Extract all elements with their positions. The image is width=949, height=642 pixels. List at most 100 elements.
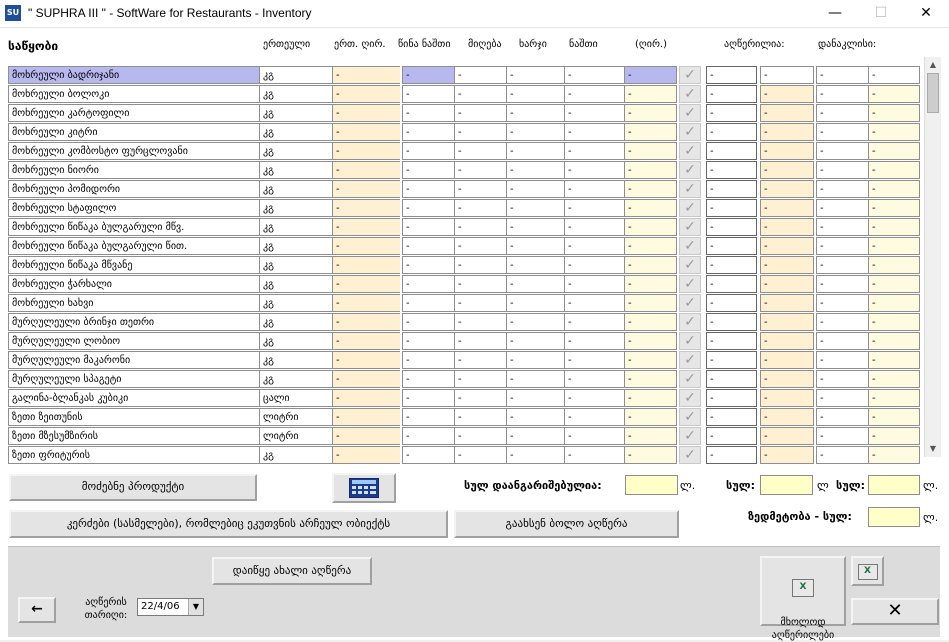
table-row[interactable]: მოხრეული ჭარხალი კგ - - - - - - ✓ - - - - <box>8 275 923 294</box>
table-row[interactable]: მოხრეული ნიორი კგ - - - - - - ✓ - - - - <box>8 161 923 180</box>
table-row[interactable]: მოხრეული ბადრიჯანი კგ - - - - - - ✓ - - - - <box>8 66 923 85</box>
table-row[interactable]: მოხრეული სტაფილო კგ - - - - - - ✓ - - - - <box>8 199 923 218</box>
row-checkmark-icon[interactable]: ✓ <box>679 446 701 464</box>
table-row[interactable]: მოხრეული კიტრი კგ - - - - - - ✓ - - - - <box>8 123 923 142</box>
row-product-name[interactable]: ზეთი მზესუმზირის <box>8 427 259 445</box>
row-cell-cnt[interactable]: - <box>706 408 757 426</box>
maximize-button[interactable]: ☐ <box>858 0 904 27</box>
row-checkmark-icon[interactable]: ✓ <box>679 66 701 84</box>
row-cell-cnt[interactable]: - <box>706 370 757 388</box>
table-row[interactable]: მურღულეული მაკარონი კგ - - - - - - ✓ - - - - <box>8 351 923 370</box>
row-checkmark-icon[interactable]: ✓ <box>679 351 701 369</box>
scroll-down-icon[interactable]: ▼ <box>925 441 941 457</box>
row-checkmark-icon[interactable]: ✓ <box>679 85 701 103</box>
inventory-date-select[interactable]: 22/4/06 ▼ <box>137 598 204 616</box>
row-cell-cnt[interactable]: - <box>706 123 757 141</box>
table-row[interactable]: მოხრეული პომიდორი კგ - - - - - - ✓ - - - - <box>8 180 923 199</box>
grid-scrollbar[interactable]: ▲ ▼ <box>924 57 941 457</box>
search-product-button[interactable]: მოძებნე პროდუქტი <box>9 474 257 501</box>
excel-export-button[interactable]: X <box>851 556 884 586</box>
row-product-name[interactable]: მოხრეული წიწაკა მწვანე <box>8 256 259 274</box>
row-product-name[interactable]: მოხრეული ნიორი <box>8 161 259 179</box>
table-row[interactable]: მოხრეული ხახვი კგ - - - - - - ✓ - - - - <box>8 294 923 313</box>
table-row[interactable]: ზეთი მზესუმზირის ლიტრი - - - - - - ✓ - - - - <box>8 427 923 446</box>
chevron-down-icon[interactable]: ▼ <box>188 599 203 615</box>
table-row[interactable]: გალინა-ბლანკას კუბიკი ცალი - - - - - - ✓ - - - - <box>8 389 923 408</box>
row-product-name[interactable]: მოხრეული კარტოფილი <box>8 104 259 122</box>
table-row[interactable]: მოხრეული წიწაკა მწვანე კგ - - - - - - ✓ - - - - <box>8 256 923 275</box>
row-cell-cnt[interactable]: - <box>706 294 757 312</box>
row-product-name[interactable]: მოხრეული კომბოსტო ფურცლოვანი <box>8 142 259 160</box>
row-checkmark-icon[interactable]: ✓ <box>679 256 701 274</box>
row-cell-cnt[interactable]: - <box>706 332 757 350</box>
row-cell-cnt[interactable]: - <box>706 142 757 160</box>
row-checkmark-icon[interactable]: ✓ <box>679 142 701 160</box>
row-product-name[interactable]: მოხრეული წიწაკა ბულგარული წით. <box>8 237 259 255</box>
row-cell-cnt[interactable]: - <box>706 275 757 293</box>
table-row[interactable]: მოხრეული ბოლოკი კგ - - - - - - ✓ - - - - <box>8 85 923 104</box>
row-product-name[interactable]: მურღულეული ლობიო <box>8 332 259 350</box>
table-row[interactable]: მოხრეული წიწაკა ბულგარული მწვ. კგ - - - - - - ✓ -… <box>8 218 923 237</box>
row-cell-cnt[interactable]: - <box>706 256 757 274</box>
back-button[interactable]: ← <box>18 597 56 623</box>
row-cell-cnt[interactable]: - <box>706 389 757 407</box>
row-product-name[interactable]: მოხრეული ჭარხალი <box>8 275 259 293</box>
row-cell-cnt[interactable]: - <box>706 237 757 255</box>
table-row[interactable]: მოხრეული კარტოფილი კგ - - - - - - ✓ - - - - <box>8 104 923 123</box>
row-cell-cnt[interactable]: - <box>706 104 757 122</box>
row-checkmark-icon[interactable]: ✓ <box>679 180 701 198</box>
row-cell-cnt[interactable]: - <box>706 351 757 369</box>
row-product-name[interactable]: მურღულეული სპაგეტი <box>8 370 259 388</box>
row-checkmark-icon[interactable]: ✓ <box>679 408 701 426</box>
table-row[interactable]: მურღულეული ლობიო კგ - - - - - - ✓ - - - - <box>8 332 923 351</box>
table-row[interactable]: ზეთი ფრიტურის კგ - - - - - - ✓ - - - - <box>8 446 923 465</box>
row-cell-cnt[interactable]: - <box>706 85 757 103</box>
row-cell-cnt[interactable]: - <box>706 66 757 84</box>
scroll-up-icon[interactable]: ▲ <box>925 57 941 73</box>
row-product-name[interactable]: მოხრეული სტაფილო <box>8 199 259 217</box>
surplus-field[interactable] <box>868 507 920 527</box>
row-checkmark-icon[interactable]: ✓ <box>679 218 701 236</box>
row-product-name[interactable]: მურღულეული ბრინჯი თეთრი <box>8 313 259 331</box>
row-product-name[interactable]: მურღულეული მაკარონი <box>8 351 259 369</box>
row-cell-cnt[interactable]: - <box>706 218 757 236</box>
table-row[interactable]: მურღულეული ბრინჯი თეთრი კგ - - - - - - ✓ - - - - <box>8 313 923 332</box>
calculator-button[interactable] <box>332 473 396 503</box>
row-product-name[interactable]: გალინა-ბლანკას კუბიკი <box>8 389 259 407</box>
row-checkmark-icon[interactable]: ✓ <box>679 104 701 122</box>
total-counted-field[interactable] <box>760 475 813 495</box>
row-checkmark-icon[interactable]: ✓ <box>679 370 701 388</box>
row-cell-cnt[interactable]: - <box>706 161 757 179</box>
row-product-name[interactable]: მოხრეული ბადრიჯანი <box>8 66 259 84</box>
close-button[interactable]: ✕ <box>851 598 939 625</box>
row-checkmark-icon[interactable]: ✓ <box>679 123 701 141</box>
only-counted-button[interactable]: X მხოლოდ აღწერილები <box>760 556 846 641</box>
table-row[interactable]: მურღულეული სპაგეტი კგ - - - - - - ✓ - - - - <box>8 370 923 389</box>
total-diff-field[interactable] <box>868 475 920 495</box>
start-new-inventory-button[interactable]: დაიწყე ახალი აღწერა <box>212 557 372 585</box>
row-cell-cnt[interactable]: - <box>706 180 757 198</box>
show-object-items-button[interactable]: კერძები (სასმელები), რომლებიც ეკუთვნის ა… <box>9 510 448 538</box>
row-cell-cnt[interactable]: - <box>706 199 757 217</box>
row-checkmark-icon[interactable]: ✓ <box>679 237 701 255</box>
row-product-name[interactable]: მოხრეული ხახვი <box>8 294 259 312</box>
row-product-name[interactable]: მოხრეული კიტრი <box>8 123 259 141</box>
table-row[interactable]: მოხრეული წიწაკა ბულგარული წით. კგ - - - - - - ✓ -… <box>8 237 923 256</box>
row-cell-cnt[interactable]: - <box>706 427 757 445</box>
row-checkmark-icon[interactable]: ✓ <box>679 313 701 331</box>
window-close-button[interactable]: ✕ <box>903 0 949 27</box>
row-checkmark-icon[interactable]: ✓ <box>679 427 701 445</box>
scroll-thumb[interactable] <box>927 73 939 113</box>
row-checkmark-icon[interactable]: ✓ <box>679 199 701 217</box>
row-product-name[interactable]: მოხრეული პომიდორი <box>8 180 259 198</box>
table-row[interactable]: მოხრეული კომბოსტო ფურცლოვანი კგ - - - - - - ✓ - - -… <box>8 142 923 161</box>
minimize-button[interactable]: — <box>812 0 858 27</box>
row-cell-cnt[interactable]: - <box>706 446 757 464</box>
row-checkmark-icon[interactable]: ✓ <box>679 389 701 407</box>
row-product-name[interactable]: ზეთი ზეითუნის <box>8 408 259 426</box>
row-product-name[interactable]: მოხრეული ბოლოკი <box>8 85 259 103</box>
row-product-name[interactable]: მოხრეული წიწაკა ბულგარული მწვ. <box>8 218 259 236</box>
table-row[interactable]: ზეთი ზეითუნის ლიტრი - - - - - - ✓ - - - - <box>8 408 923 427</box>
row-checkmark-icon[interactable]: ✓ <box>679 275 701 293</box>
row-product-name[interactable]: ზეთი ფრიტურის <box>8 446 259 464</box>
